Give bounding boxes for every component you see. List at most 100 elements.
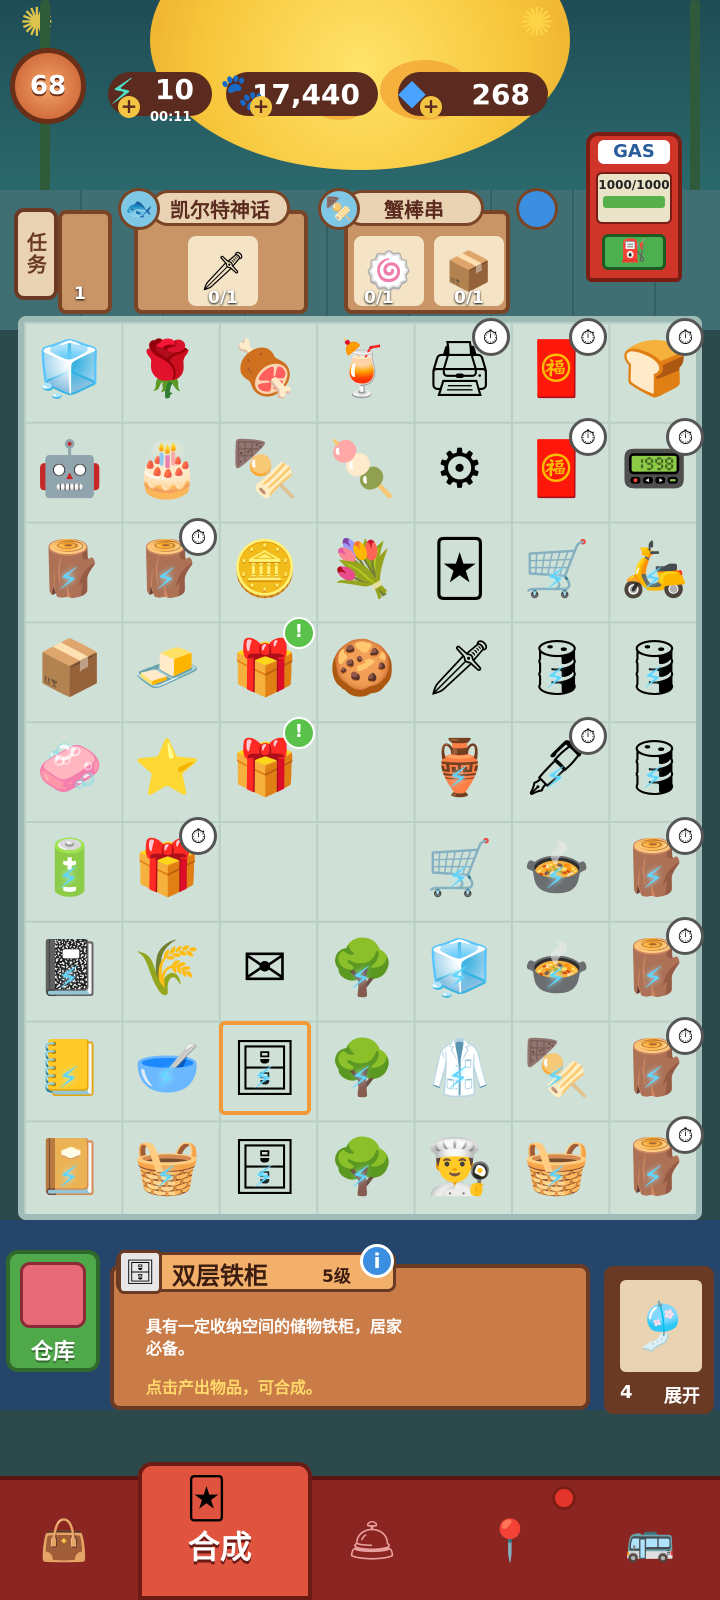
energy-bolt-icon: ⚡ xyxy=(642,661,664,697)
energy-bolt-icon: ⚡ xyxy=(642,761,664,797)
soap-bar-icon[interactable]: 🧼 xyxy=(24,721,116,815)
timer-clock-icon: ⏱ xyxy=(666,1016,705,1055)
energy-bolt-icon: ⚡ xyxy=(58,1160,80,1196)
bus-icon[interactable]: 🚌 xyxy=(610,1500,690,1580)
timer-clock-icon: ⏱ xyxy=(179,517,218,556)
star-cookie-icon[interactable]: ⭐ xyxy=(121,721,213,815)
gem-value: 268 xyxy=(471,77,530,111)
notification-dot xyxy=(552,1486,576,1510)
birthday-cake-icon[interactable]: 🎂 xyxy=(121,422,213,516)
energy-bolt-icon: ⚡ xyxy=(350,960,372,996)
item-hint: 点击产出物品，可合成。 xyxy=(146,1378,323,1397)
gas-value: 1000/1000 xyxy=(598,178,670,192)
restaurant-icon[interactable]: 🛎 xyxy=(332,1500,412,1580)
expand-button[interactable]: 展开 xyxy=(664,1382,700,1408)
item-name: 双层铁柜 xyxy=(172,1262,268,1290)
energy-bolt-icon: ⚡ xyxy=(642,861,664,896)
grain-sack-icon[interactable]: 🌾 xyxy=(121,921,213,1015)
next-order-icon[interactable] xyxy=(516,188,558,230)
envelope-icon[interactable]: ✉ xyxy=(219,921,311,1015)
energy-bolt-icon: ⚡ xyxy=(155,1160,177,1196)
card-deck-icon[interactable]: 🃏 xyxy=(414,522,506,616)
cocktail-cup-icon[interactable]: 🍹 xyxy=(316,322,408,416)
order-card-partial[interactable]: 1 xyxy=(58,210,112,314)
gas-refill-button[interactable]: ⛽ xyxy=(602,234,666,270)
timer-clock-icon: ⏱ xyxy=(666,417,705,456)
player-level-badge[interactable]: 68 xyxy=(10,48,86,124)
shop-bag-icon[interactable]: 👜 xyxy=(24,1500,104,1580)
energy-value: 10 xyxy=(155,72,194,106)
timer-clock-icon: ⏱ xyxy=(569,318,607,356)
roses-icon[interactable]: 💐 xyxy=(316,522,408,616)
energy-bolt-icon: ⚡ xyxy=(58,960,80,996)
energy-bolt-icon: ⚡ xyxy=(447,960,469,996)
energy-bolt-icon: ⚡ xyxy=(545,761,567,797)
merge-icon: 🃏 xyxy=(186,1476,227,1522)
energy-bolt-icon: ⚡ xyxy=(642,1160,664,1196)
storage-label: 仓库 xyxy=(30,1340,75,1365)
wind-chime-icon[interactable]: 🎐 xyxy=(620,1280,702,1372)
task-label: 任务 xyxy=(23,232,48,276)
meat-plate-icon[interactable]: 🍖 xyxy=(219,322,311,416)
gem-plus-button[interactable]: + xyxy=(420,96,442,118)
chef-hat-icon[interactable]: 👨‍🍳 xyxy=(414,1120,506,1214)
energy-bolt-icon: ⚡ xyxy=(545,561,567,597)
energy-bolt-icon: ⚡ xyxy=(252,1160,274,1196)
nav-tab-merge-label: 合成 xyxy=(188,1528,253,1566)
gas-meter: 1000/1000 xyxy=(596,172,672,224)
order-item-count: 0/1 xyxy=(364,288,394,308)
order-item-count: 0/1 xyxy=(454,288,484,308)
info-button[interactable]: i xyxy=(360,1244,394,1278)
side-count: 4 xyxy=(620,1382,633,1403)
order-title: 凯尔特神话 xyxy=(150,190,290,226)
timer-clock-icon: ⏱ xyxy=(569,417,607,456)
energy-plus-button[interactable]: + xyxy=(118,96,140,118)
gold-bars-icon[interactable]: 🧈 xyxy=(121,621,213,715)
blue-ice-icon[interactable]: 🧊 xyxy=(24,322,116,416)
order-count: 1 xyxy=(74,284,86,304)
energy-bolt-icon: ⚡ xyxy=(545,1160,567,1196)
skewer-plate-icon[interactable]: 🍢 xyxy=(219,422,311,516)
energy-bolt-icon: ⚡ xyxy=(447,1060,469,1096)
small-crate-icon[interactable]: 📦 xyxy=(24,621,116,715)
energy-bolt-icon: ⚡ xyxy=(58,861,80,896)
energy-bolt-icon: ⚡ xyxy=(642,561,664,597)
storage-box-icon xyxy=(20,1262,86,1328)
rose-bouquet-icon[interactable]: 🌹 xyxy=(121,322,213,416)
coin-plus-button[interactable]: + xyxy=(250,96,272,118)
energy-bolt-icon: ⚡ xyxy=(155,561,177,597)
task-button[interactable]: 任务 xyxy=(14,208,58,300)
energy-bolt-icon: ⚡ xyxy=(350,1160,372,1196)
timer-clock-icon: ⏱ xyxy=(471,318,510,356)
item-description: 具有一定收纳空间的储物铁柜，居家必备。 xyxy=(146,1317,403,1358)
order-avatar-icon: 🐟 xyxy=(118,188,160,230)
level-value: 68 xyxy=(29,71,67,101)
order-item-count: 0/1 xyxy=(208,288,238,308)
timer-clock-icon: ⏱ xyxy=(666,916,705,955)
energy-timer: 00:11 xyxy=(150,110,192,125)
energy-bolt-icon: ⚡ xyxy=(350,1060,372,1096)
sword-display-icon[interactable]: 🗡 xyxy=(414,621,506,715)
timer-clock-icon: ⏱ xyxy=(569,717,607,756)
blue-machine-icon[interactable]: ⚙ xyxy=(414,422,506,516)
energy-bolt-icon: ⚡ xyxy=(545,1060,567,1096)
energy-bolt-icon: ⚡ xyxy=(642,1060,664,1096)
gas-label: GAS xyxy=(598,140,670,164)
robot-armor-icon[interactable]: 🤖 xyxy=(24,422,116,516)
meat-ball-icon[interactable]: 🍡 xyxy=(316,422,408,516)
energy-bolt-icon: ⚡ xyxy=(58,1060,80,1096)
energy-bolt-icon: ⚡ xyxy=(642,960,664,996)
map-pin-icon[interactable]: 📍 xyxy=(470,1500,550,1580)
energy-bolt-icon: ⚡ xyxy=(545,960,567,996)
bamboo xyxy=(690,0,700,200)
energy-bolt-icon: ⚡ xyxy=(155,1060,177,1096)
energy-bolt-icon: ⚡ xyxy=(545,861,567,896)
cookie-icon[interactable]: 🍪 xyxy=(316,621,408,715)
alert-badge: ! xyxy=(282,717,315,750)
energy-bolt-icon: ⚡ xyxy=(58,561,80,597)
storage-button[interactable]: 仓库 xyxy=(6,1250,100,1372)
paw-coins-icon[interactable]: 🪙 xyxy=(219,522,311,616)
gas-pump[interactable]: GAS 1000/1000 ⛽ xyxy=(586,132,682,282)
energy-bolt-icon: ⚡ xyxy=(447,861,469,896)
energy-bolt-icon: ⚡ xyxy=(545,661,567,697)
